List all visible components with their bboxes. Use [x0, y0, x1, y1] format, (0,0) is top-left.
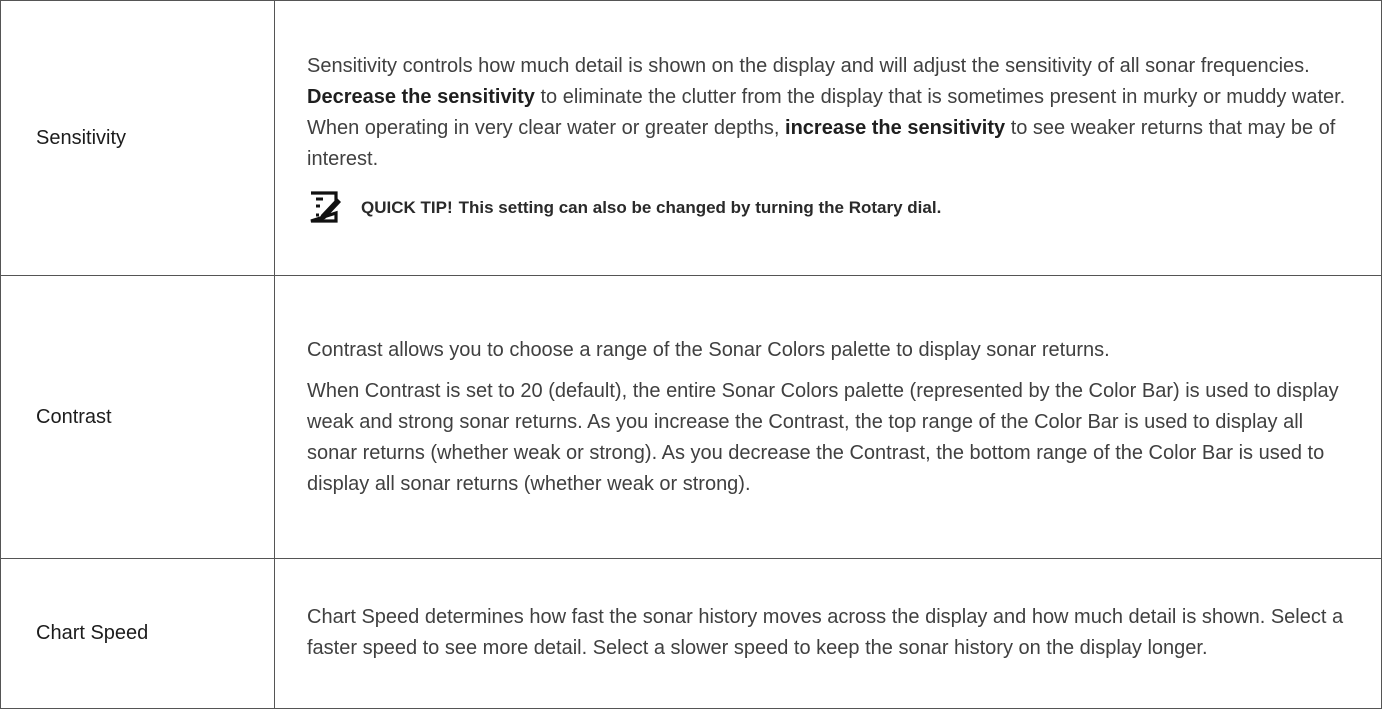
table-row-contrast: Contrast Contrast allows you to choose a…	[0, 275, 1382, 559]
description-paragraph: Contrast allows you to choose a range of…	[307, 338, 1110, 361]
table-row-sensitivity: Sensitivity Sensitivity controls how muc…	[0, 0, 1382, 277]
setting-description-chart-speed: Chart Speed determines how fast the sona…	[274, 557, 1382, 710]
emphasis-decrease-sensitivity: Decrease the sensitivity	[307, 86, 535, 109]
setting-description-contrast: Contrast allows you to choose a range of…	[274, 275, 1382, 559]
description-paragraph: When Contrast is set to 20 (default), th…	[307, 379, 1339, 495]
quick-tip-text: This setting can also be changed by turn…	[458, 197, 942, 217]
description-paragraph: Chart Speed determines how fast the sona…	[307, 606, 1344, 660]
description-text: Sensitivity controls how much detail is …	[307, 55, 1310, 78]
emphasis-increase-sensitivity: increase the sensitivity	[785, 117, 1006, 140]
quick-tip-label: QUICK TIP!	[361, 197, 453, 217]
setting-name-sensitivity: Sensitivity	[0, 0, 275, 277]
table-row-chart-speed: Chart Speed Chart Speed determines how f…	[0, 557, 1382, 710]
quick-tip: QUICK TIP! This setting can also be chang…	[307, 189, 1347, 225]
setting-name-contrast: Contrast	[0, 275, 275, 559]
setting-name-chart-speed: Chart Speed	[0, 557, 275, 710]
description-paragraph: Sensitivity controls how much detail is …	[307, 51, 1347, 175]
setting-description-sensitivity: Sensitivity controls how much detail is …	[274, 0, 1382, 277]
note-pencil-icon	[310, 191, 341, 223]
settings-table: Sensitivity Sensitivity controls how muc…	[0, 0, 1382, 710]
